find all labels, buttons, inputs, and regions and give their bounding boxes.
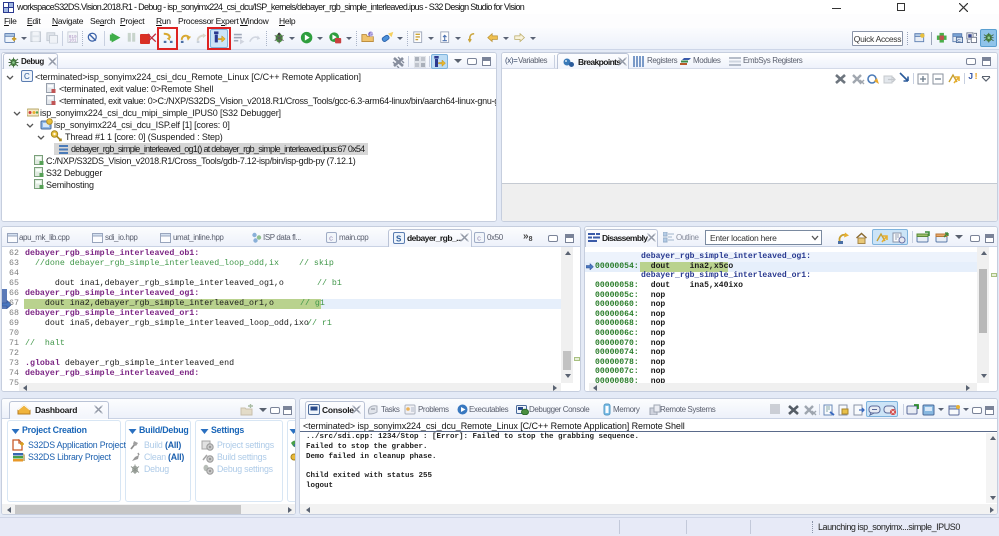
svg-text:101: 101 — [69, 39, 77, 44]
svg-text:C: C — [957, 38, 961, 43]
svg-text:@: @ — [369, 32, 374, 38]
svg-text:S: S — [396, 235, 402, 244]
svg-text:c: c — [329, 236, 333, 244]
svg-text:c: c — [477, 236, 481, 244]
svg-text:C: C — [24, 72, 30, 81]
